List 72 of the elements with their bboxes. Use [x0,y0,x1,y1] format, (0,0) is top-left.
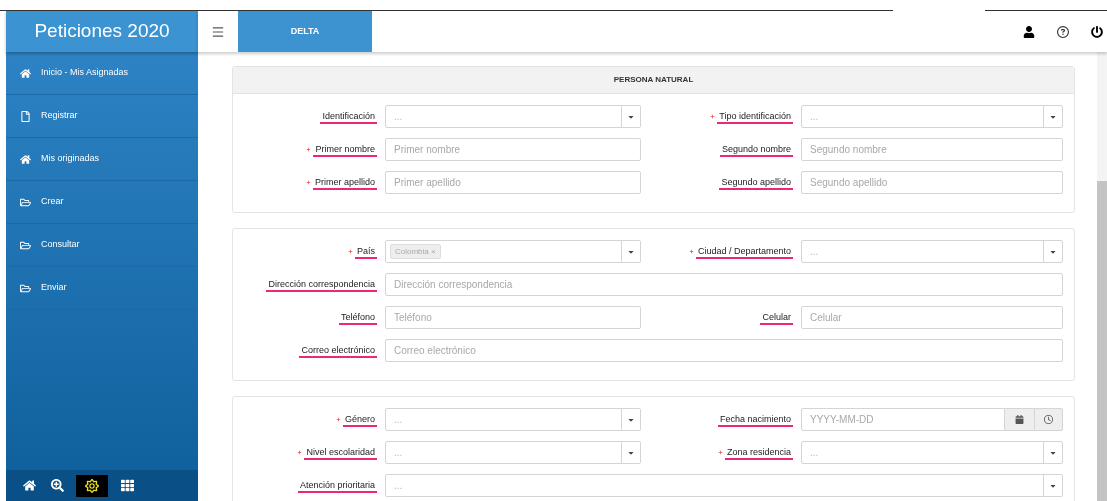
calendar-button[interactable] [1005,408,1034,431]
folder-icon [20,239,31,251]
grid-icon [120,479,134,492]
app-title: Peticiones 2020 [6,11,198,52]
required-icon [305,180,311,185]
input-field[interactable]: Celular [801,306,1063,329]
select-field[interactable]: ... [801,105,1063,128]
required-icon [710,114,716,119]
input-field[interactable]: Segundo nombre [801,138,1063,161]
sidebar-item[interactable]: Inicio - Mis Asignadas [6,52,198,95]
select-field[interactable]: ... [385,408,641,431]
required-icon [688,249,694,254]
input-field[interactable]: Teléfono [385,306,641,329]
field-label: Teléfono [338,310,377,325]
power-icon[interactable] [1091,25,1103,38]
clock-button[interactable] [1034,408,1063,431]
section-title: PERSONA NATURAL [233,67,1074,94]
field-label: Dirección correspondencia [266,277,377,292]
input-field[interactable]: Segundo apellido [801,171,1063,194]
home-icon [22,479,36,492]
field-label: Zona residencia [724,445,793,460]
calendar-icon [1015,415,1024,424]
select-field[interactable]: ... [385,105,641,128]
input-field[interactable]: Correo electrónico [385,339,1063,362]
sidebar-item[interactable]: Enviar [6,267,198,310]
sidebar-item[interactable]: Registrar [6,95,198,138]
field-label: Segundo apellido [719,175,793,190]
home-icon [20,67,31,79]
file-icon [20,110,31,122]
select-field[interactable]: ... [801,240,1063,263]
clock-icon [1044,415,1053,424]
zoom-in-icon [50,479,64,492]
field-label: Nivel escolaridad [304,445,377,460]
field-label: País [355,244,377,259]
field-label: Segundo nombre [719,142,793,157]
tab[interactable]: DELTA [238,11,372,52]
field-label: Identificación [320,109,377,124]
home-icon [20,153,31,165]
user-icon[interactable] [1023,25,1035,38]
date-field[interactable]: YYYY-MM-DD [801,408,1005,431]
field-label: Género [342,412,377,427]
sidebar-item[interactable]: Consultar [6,224,198,267]
folder-icon [20,282,31,294]
sidebar-item[interactable]: Crear [6,181,198,224]
select-field[interactable]: ... [385,474,1063,497]
sidebar-item[interactable]: Mis originadas [6,138,198,181]
help-icon[interactable] [1057,25,1069,38]
field-label: Celular [760,310,793,325]
field-label: Fecha nacimiento [717,412,793,427]
select-field[interactable]: Colombia × [385,240,641,263]
input-field[interactable]: Primer nombre [385,138,641,161]
required-icon [717,450,723,455]
field-label: Ciudad / Departamento [695,244,793,259]
select-field[interactable]: ... [801,441,1063,464]
sun-icon [85,478,99,493]
required-icon [348,249,353,254]
menu-icon [211,24,225,39]
field-label: Primer nombre [313,142,377,157]
input-field[interactable]: Primer apellido [385,171,641,194]
input-field[interactable]: Dirección correspondencia [385,273,1063,296]
field-label: Tipo identificación [717,109,793,124]
tag: Colombia × [390,244,441,259]
select-field[interactable]: ... [385,441,641,464]
field-label: Atención prioritaria [297,478,377,493]
required-icon [306,147,312,152]
required-icon [297,450,303,455]
required-icon [335,417,341,422]
scrollbar[interactable] [1097,52,1107,501]
toolbar-button[interactable] [76,474,108,497]
folder-icon [20,196,31,208]
field-label: Primer apellido [312,175,377,190]
field-label: Correo electrónico [299,343,377,358]
